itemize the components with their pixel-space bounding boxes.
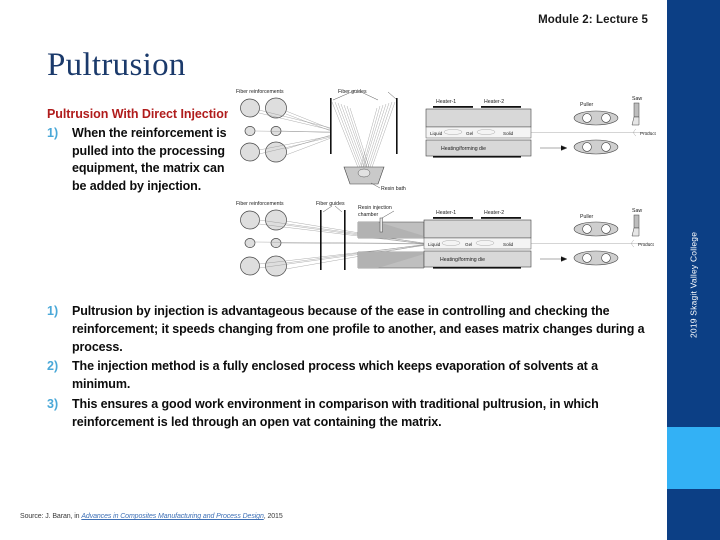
source-citation: Source: J. Baran, in Advances in Composi… <box>20 513 283 520</box>
label-solid: Solid <box>503 242 514 247</box>
label-resin-injection-chamber-2: chamber <box>358 212 378 218</box>
label-heater-1: Heater-1 <box>436 99 456 105</box>
source-link[interactable]: Advances in Composites Manufacturing and… <box>81 513 264 520</box>
label-heater-1: Heater-1 <box>436 210 456 216</box>
list-item-number: 3) <box>47 396 59 411</box>
label-resin-injection-chamber: Resin injection <box>358 205 392 211</box>
content-lower-list: 1) Pultrusion by injection is advantageo… <box>47 301 647 432</box>
label-fiber-reinforcements: Fiber reinforcements <box>236 201 284 207</box>
list-item-text: The injection method is a fully enclosed… <box>72 359 598 391</box>
label-fiber-reinforcements: Fiber reinforcements <box>236 89 284 95</box>
source-prefix: Source: J. Baran, in <box>20 513 82 520</box>
page-title: Pultrusion <box>47 47 186 83</box>
table-row: 3) This ensures a good work environment … <box>47 396 647 432</box>
label-resin-bath: Resin bath <box>381 186 406 192</box>
pultrusion-direct-diagram: .lbl { font-family: "Liberation Sans", s… <box>228 84 658 192</box>
list-item-number: 1) <box>47 125 59 140</box>
label-liquid: Liquid <box>430 131 443 136</box>
label-fiber-guides: Fiber guides <box>338 89 367 95</box>
label-heater-2: Heater-2 <box>484 210 504 216</box>
list-item-text: When the reinforcement is pulled into th… <box>72 125 227 193</box>
table-row: 2) The injection method is a fully enclo… <box>47 358 647 394</box>
label-liquid: Liquid <box>428 242 441 247</box>
brand-accent-block <box>667 427 720 489</box>
label-puller: Puller <box>580 102 594 108</box>
table-row: 1) Pultrusion by injection is advantageo… <box>47 303 647 356</box>
label-saw: Saw <box>632 208 642 214</box>
label-gel: Gel <box>465 242 472 247</box>
label-heating-forming-die: Heating/forming die <box>440 257 485 263</box>
label-saw: Saw <box>632 96 642 102</box>
brand-vertical-label: 2019 Skagit Valley College <box>688 231 699 339</box>
list-item-text: Pultrusion by injection is advantageous … <box>72 304 645 354</box>
label-fiber-guides: Fiber guides <box>316 201 345 207</box>
label-solid: Solid <box>503 131 514 136</box>
label-heater-2: Heater-2 <box>484 99 504 105</box>
label-product: Product <box>638 242 655 247</box>
list-item-number: 2) <box>47 359 59 374</box>
label-puller: Puller <box>580 214 594 220</box>
source-suffix: , 2015 <box>263 513 283 520</box>
list-item-text: This ensures a good work environment in … <box>72 396 599 429</box>
list-item-number: 1) <box>47 304 59 318</box>
section-subheading: Pultrusion With Direct Injection <box>47 107 232 121</box>
pultrusion-injection-diagram: .lbl2 { font-family: "Liberation Sans", … <box>228 196 658 292</box>
label-gel: Gel <box>466 131 473 136</box>
label-product: Product <box>640 131 657 136</box>
module-lecture-label: Module 2: Lecture 5 <box>538 14 648 26</box>
label-heating-forming-die: Heating/forming die <box>441 146 486 152</box>
